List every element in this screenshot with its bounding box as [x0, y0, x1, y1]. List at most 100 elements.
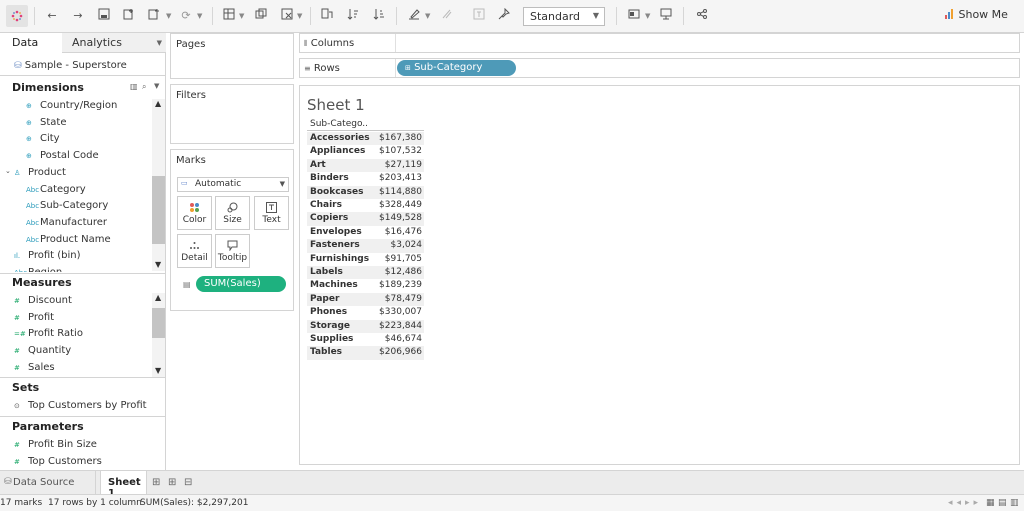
table-row[interactable]: Furnishings $91,705 — [307, 253, 424, 266]
clear-sheet-icon[interactable] — [279, 8, 295, 24]
columns-shelf[interactable]: ⦀ Columns — [299, 33, 1020, 53]
table-row[interactable]: Supplies $46,674 — [307, 333, 424, 346]
show-me-button[interactable]: Show Me — [945, 8, 1008, 24]
table-row[interactable]: Tables $206,966 — [307, 346, 424, 360]
dimension-field[interactable]: AbcProduct Name — [26, 234, 111, 245]
dimension-field[interactable]: ⊕ Country/Region — [26, 100, 117, 111]
measure-field[interactable]: # Profit — [14, 312, 54, 323]
measure-field[interactable]: # Quantity — [14, 345, 71, 356]
new-story-icon[interactable]: ⊟ — [184, 477, 192, 488]
sort-ascending-icon[interactable] — [345, 8, 361, 24]
set-item[interactable]: ⊙ Top Customers by Profit — [14, 400, 147, 411]
new-worksheet-icon[interactable]: ⊞ — [152, 477, 160, 488]
highlight-icon[interactable] — [406, 8, 422, 24]
sheet1-tab[interactable]: Sheet 1 — [100, 471, 147, 499]
text-button[interactable]: Text — [254, 196, 289, 230]
color-button[interactable]: Color — [177, 196, 212, 230]
scroll-down-icon[interactable]: ▼ — [155, 260, 161, 269]
table-row[interactable]: Labels $12,486 — [307, 266, 424, 280]
chevron-down-icon[interactable]: ▼ — [197, 8, 202, 24]
measure-field[interactable]: =# Profit Ratio — [14, 328, 83, 339]
dimension-field[interactable]: ⊕ Postal Code — [26, 150, 99, 161]
chevron-down-icon[interactable]: ▼ — [166, 8, 171, 24]
new-sheet-icon[interactable] — [221, 8, 237, 24]
size-button[interactable]: Size — [215, 196, 250, 230]
chevron-down-icon[interactable]: ▼ — [425, 8, 430, 24]
presentation-mode-icon[interactable] — [658, 8, 674, 24]
measures-scrollbar[interactable]: ▲ ▼ — [152, 293, 165, 377]
mark-type-select[interactable]: ▭ Automatic ▼ — [177, 177, 289, 192]
rows-shelf[interactable]: ≡ Rows ⊞ Sub-Category — [299, 58, 1020, 78]
table-row[interactable]: Art $27,119 — [307, 158, 424, 173]
parameter-item[interactable]: # Top Customers — [14, 456, 102, 467]
tableau-logo-icon[interactable] — [6, 5, 28, 27]
parameter-item[interactable]: # Profit Bin Size — [14, 439, 97, 450]
share-icon[interactable] — [694, 8, 710, 24]
table-row[interactable]: Appliances $107,532 — [307, 145, 424, 158]
show-tabs-icon[interactable]: ▥ — [1010, 498, 1019, 508]
fix-axes-icon[interactable] — [496, 7, 512, 24]
dimension-field[interactable]: AbcSub-Category — [26, 200, 108, 211]
show-cards-icon[interactable] — [626, 8, 642, 24]
dimension-field[interactable]: ⌄ ♙ Product — [5, 167, 66, 178]
dimension-field[interactable]: AbcRegion — [14, 267, 62, 272]
table-row[interactable]: Accessories $167,380 — [307, 132, 424, 146]
dimension-field[interactable]: AbcCategory — [26, 184, 86, 195]
table-row[interactable]: Paper $78,479 — [307, 292, 424, 307]
new-datasource-icon[interactable] — [121, 8, 137, 24]
new-dashboard-icon[interactable]: ⊞ — [168, 477, 176, 488]
scroll-down-icon[interactable]: ▼ — [155, 366, 161, 375]
chevron-down-icon[interactable]: ⌄ — [5, 167, 11, 175]
table-row[interactable]: Bookcases $114,880 — [307, 185, 424, 199]
table-row[interactable]: Chairs $328,449 — [307, 199, 424, 212]
table-row[interactable]: Copiers $149,528 — [307, 212, 424, 226]
dimension-field[interactable]: ⊕ City — [26, 133, 60, 144]
duplicate-icon[interactable] — [253, 8, 269, 24]
fit-select[interactable]: Standard ▼ — [523, 7, 605, 26]
tooltip-button[interactable]: Tooltip — [215, 234, 250, 268]
data-source-tab[interactable]: ⛁ Data Source — [0, 471, 96, 494]
table-row[interactable]: Binders $203,413 — [307, 172, 424, 185]
scroll-up-icon[interactable]: ▲ — [155, 99, 161, 108]
chevron-down-icon[interactable]: ▼ — [239, 8, 244, 24]
view-toggle-icon[interactable]: ▥ — [130, 82, 138, 91]
filters-card[interactable]: Filters — [170, 84, 294, 144]
scroll-up-icon[interactable]: ▲ — [155, 293, 161, 302]
swap-icon[interactable] — [319, 8, 335, 24]
chevron-down-icon[interactable]: ▼ — [297, 8, 302, 24]
scrollbar-thumb[interactable] — [152, 176, 165, 244]
table-row[interactable]: Storage $223,844 — [307, 319, 424, 333]
detail-button[interactable]: Detail — [177, 234, 212, 268]
table-row[interactable]: Machines $189,239 — [307, 279, 424, 292]
sub-category-pill[interactable]: ⊞ Sub-Category — [397, 60, 516, 76]
search-icon[interactable]: ⌕ — [142, 82, 146, 92]
save-icon[interactable] — [96, 8, 112, 24]
back-icon[interactable]: ← — [44, 8, 60, 24]
dimension-field[interactable]: ⊕ State — [26, 117, 66, 128]
forward-icon[interactable]: → — [70, 8, 86, 24]
scrollbar-thumb[interactable] — [152, 308, 165, 338]
group-members-icon[interactable] — [439, 8, 455, 24]
worksheet-canvas[interactable]: Sheet 1 Sub-Catego.. Accessories $167,380… — [299, 85, 1020, 465]
tab-analytics[interactable]: Analytics ▼ — [62, 33, 166, 53]
measure-field[interactable]: # Discount — [14, 295, 72, 306]
show-labels-icon[interactable] — [471, 8, 487, 24]
sort-descending-icon[interactable] — [371, 8, 387, 24]
dimensions-scrollbar[interactable]: ▲ ▼ — [152, 99, 165, 271]
pages-card[interactable]: Pages — [170, 33, 294, 79]
measure-field[interactable]: # Sales — [14, 362, 55, 373]
chevron-down-icon[interactable]: ▼ — [154, 82, 159, 90]
table-row[interactable]: Phones $330,007 — [307, 306, 424, 319]
chevron-down-icon[interactable]: ▼ — [645, 8, 650, 24]
refresh-icon[interactable]: ⟳ — [178, 8, 194, 24]
datasource-item[interactable]: ⛁ Sample - Superstore — [14, 60, 127, 71]
show-sheet-sorter-icon[interactable]: ▦ — [986, 498, 995, 508]
sheet-navigation-icons[interactable]: ◂◂▸▸ — [948, 498, 982, 508]
table-header[interactable]: Sub-Catego.. — [307, 117, 424, 131]
show-filmstrip-icon[interactable]: ▤ — [998, 498, 1007, 508]
new-worksheet-icon[interactable] — [146, 8, 162, 24]
dimension-field[interactable]: AbcManufacturer — [26, 217, 107, 228]
tab-data[interactable]: Data — [0, 33, 62, 53]
table-row[interactable]: Envelopes $16,476 — [307, 226, 424, 239]
sum-sales-pill[interactable]: SUM(Sales) — [196, 276, 286, 292]
